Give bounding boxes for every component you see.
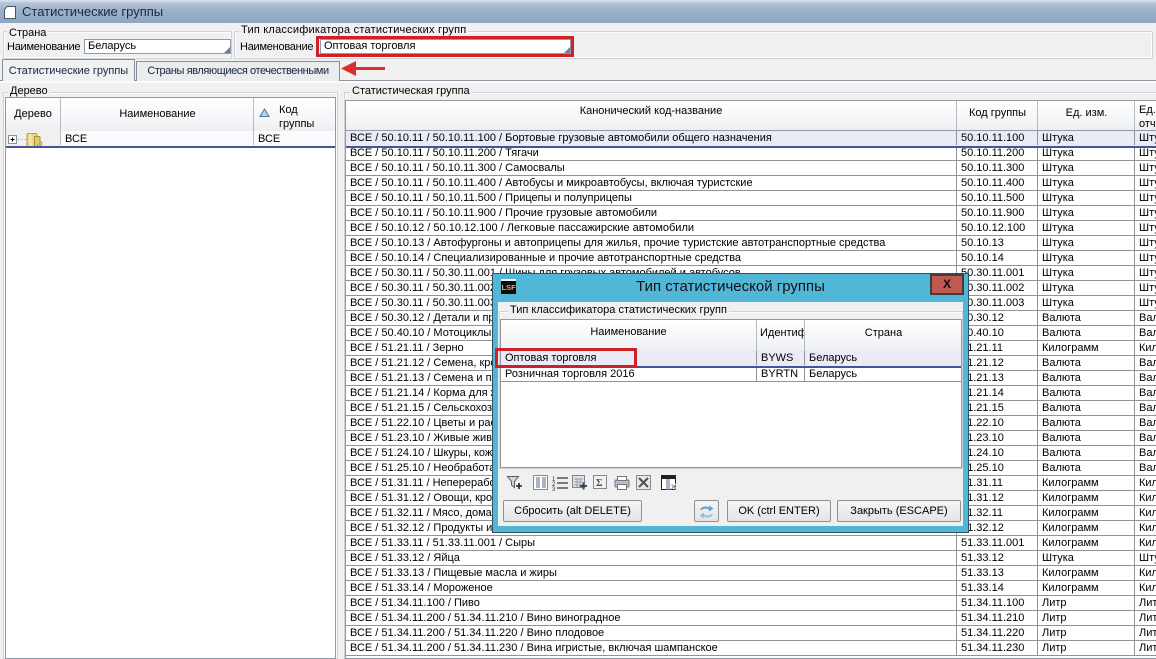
svg-text:Σ: Σ bbox=[596, 478, 603, 489]
svg-text:3: 3 bbox=[552, 487, 556, 492]
